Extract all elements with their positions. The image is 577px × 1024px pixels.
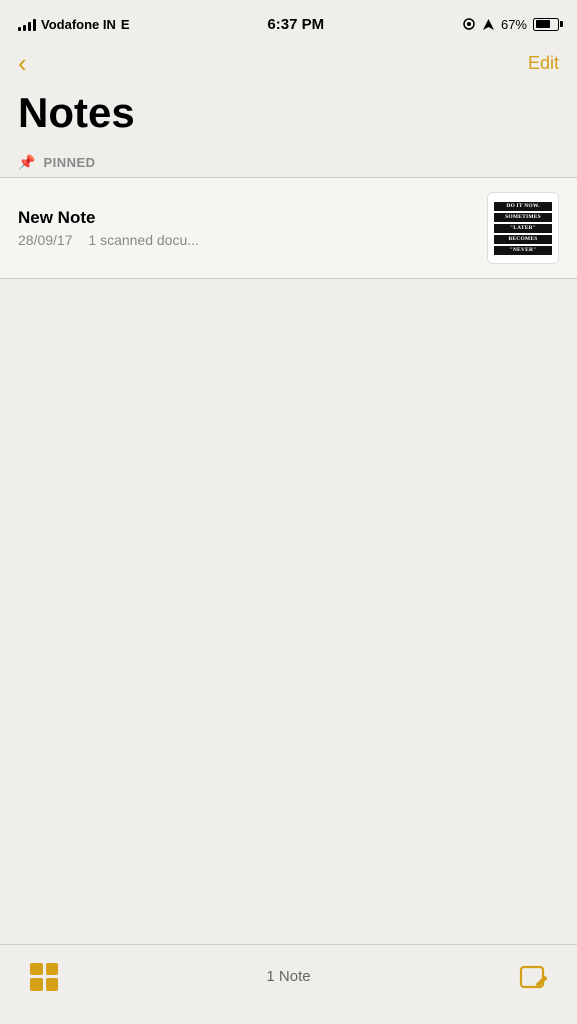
mot-line-5: "NEVER" xyxy=(494,246,552,255)
grid-cell-3 xyxy=(30,978,43,991)
mot-line-1: DO IT NOW. xyxy=(494,202,552,211)
note-date: 28/09/17 xyxy=(18,232,73,248)
empty-space xyxy=(0,279,577,859)
note-title: New Note xyxy=(18,208,473,228)
mot-line-3: "LATER" xyxy=(494,224,552,233)
network-label: E xyxy=(121,17,130,32)
battery-icon xyxy=(533,18,559,31)
edit-button[interactable]: Edit xyxy=(528,53,559,74)
note-content: New Note 28/09/17 1 scanned docu... xyxy=(18,208,473,248)
note-count-label: 1 Note xyxy=(266,968,310,985)
status-left: Vodafone IN E xyxy=(18,17,130,32)
note-list-item[interactable]: New Note 28/09/17 1 scanned docu... DO I… xyxy=(0,178,577,278)
carrier-label: Vodafone IN xyxy=(41,17,116,32)
note-thumbnail: DO IT NOW. SOMETIMES "LATER" BECOMES "NE… xyxy=(487,192,559,264)
nav-bar: ‹ Edit xyxy=(0,44,577,84)
grid-cell-1 xyxy=(30,963,43,976)
location-icon xyxy=(462,17,476,31)
mot-line-2: SOMETIMES xyxy=(494,213,552,222)
battery-percent: 67% xyxy=(501,17,527,32)
compose-button[interactable] xyxy=(519,963,547,991)
grid-cell-4 xyxy=(46,978,59,991)
navigation-icon xyxy=(482,18,495,31)
grid-cell-2 xyxy=(46,963,59,976)
note-preview: 1 scanned docu... xyxy=(88,232,199,248)
motivational-image: DO IT NOW. SOMETIMES "LATER" BECOMES "NE… xyxy=(491,196,555,260)
page-title: Notes xyxy=(18,90,559,136)
section-header: 📌 PINNED xyxy=(0,148,577,177)
bottom-toolbar: 1 Note xyxy=(0,944,577,1024)
status-bar: Vodafone IN E 6:37 PM 67% xyxy=(0,0,577,44)
back-button[interactable]: ‹ xyxy=(18,50,27,76)
mot-line-4: BECOMES xyxy=(494,235,552,244)
compose-icon-svg xyxy=(519,963,551,995)
note-meta: 28/09/17 1 scanned docu... xyxy=(18,232,473,248)
section-label: PINNED xyxy=(43,155,95,170)
grid-view-button[interactable] xyxy=(30,963,58,991)
page-title-container: Notes xyxy=(0,84,577,148)
status-right: 67% xyxy=(462,17,559,32)
pin-icon: 📌 xyxy=(18,154,35,171)
status-time: 6:37 PM xyxy=(267,16,324,33)
signal-icon xyxy=(18,17,36,31)
